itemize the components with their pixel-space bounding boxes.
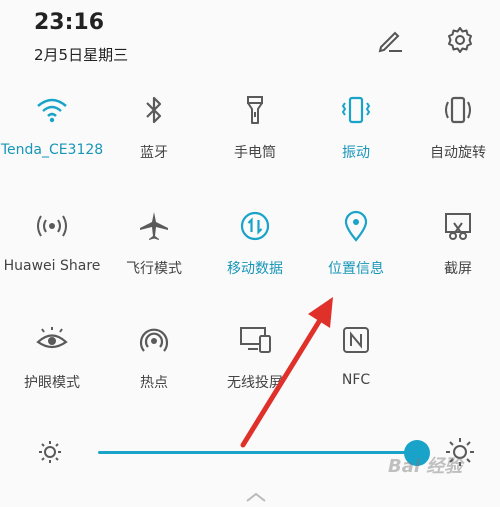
nfc-icon [343,327,369,353]
expand-handle[interactable] [244,488,268,502]
auto-rotate-icon [445,96,471,124]
tile-location[interactable]: 位置信息 [306,208,406,308]
tile-eye-comfort[interactable]: 护眼模式 [2,322,102,422]
gear-icon [448,27,472,53]
location-icon [344,210,368,242]
tile-label: 截屏 [444,261,472,277]
cast-icon [240,327,271,353]
settings-button[interactable] [438,18,482,62]
tile-mobile-data[interactable]: 移动数据 [205,208,305,308]
airplane-icon [140,212,168,240]
flashlight-icon [247,96,263,124]
pencil-icon [378,31,402,53]
watermark: Bai 经验 [388,456,463,477]
bluetooth-icon [146,96,162,124]
time: 23:16 [34,10,105,35]
chevron-up-icon [246,492,266,502]
hotspot-icon [139,328,169,352]
tile-screenshot[interactable]: 截屏 [408,208,500,308]
tile-wifi[interactable]: Tenda_CE3128 [1,92,103,192]
screenshot-icon [445,213,471,240]
huawei-share-icon [37,215,67,237]
tile-airplane[interactable]: 飞行模式 [104,208,204,308]
tile-label: NFC [341,372,371,388]
tile-bluetooth[interactable]: 蓝牙 [104,92,204,192]
tile-auto-rotate[interactable]: 自动旋转 [408,92,500,192]
eye-icon [36,327,68,349]
vibrate-icon [341,96,371,124]
brightness-low-icon [34,436,66,468]
tile-wireless-projection[interactable]: 无线投屏 [205,322,305,422]
tile-huawei-share[interactable]: Huawei Share [2,208,102,308]
date: 2月5日星期三 [34,46,129,64]
tile-nfc[interactable]: NFC [306,322,406,422]
tile-vibrate[interactable]: 振动 [306,92,406,192]
tile-label: 自动旋转 [430,145,486,161]
tile-flashlight[interactable]: 手电筒 [205,92,305,192]
mobile-data-icon [240,211,270,241]
tile-hotspot[interactable]: 热点 [104,322,204,422]
wifi-icon [37,98,67,123]
brightness-slider-track[interactable] [98,451,418,454]
edit-button[interactable] [368,18,412,62]
